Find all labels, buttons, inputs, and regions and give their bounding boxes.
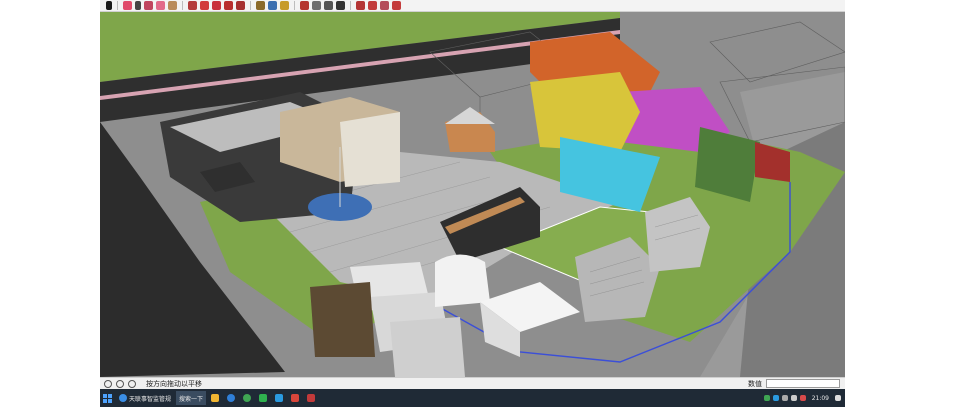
zoom-extents-icon[interactable] [356,1,365,10]
network-icon[interactable] [781,395,788,401]
chrome-icon [243,394,252,402]
edge-icon [227,394,236,402]
taskbar-app-qq[interactable] [272,391,286,405]
main-toolbar [100,0,845,12]
volume-icon[interactable] [790,395,797,401]
blank-margin [845,0,980,407]
tray-qq-icon[interactable] [772,395,779,401]
tape-measure-icon[interactable] [268,1,277,10]
taskbar-app-sketchup[interactable] [288,391,302,405]
arc-icon[interactable] [156,1,165,10]
toolbar-divider [117,1,118,10]
browser-icon [119,394,127,402]
geo-location-icon[interactable] [104,379,112,388]
rotate-icon[interactable] [224,1,233,10]
3d-viewport[interactable] [100,12,845,377]
toolbar-divider [294,1,295,10]
text-icon[interactable] [280,1,289,10]
toolbar-divider [182,1,183,10]
line-icon[interactable] [144,1,153,10]
start-button[interactable] [100,389,114,407]
taskbar-app-layout[interactable] [304,391,318,405]
taskbar-app-explorer[interactable] [208,391,222,405]
input-method-icon[interactable] [799,395,806,401]
windows-taskbar: 天联事智监管规 搜索一下 21:09 [100,389,845,407]
taskbar-app-chrome[interactable] [240,391,254,405]
shape-icon[interactable] [168,1,177,10]
toolbar-divider [350,1,351,10]
taskbar-app-search[interactable]: 搜索一下 [176,391,207,405]
component-icon[interactable] [380,1,389,10]
wechat-icon [259,394,268,402]
zoom-icon[interactable] [336,1,345,10]
toolbar-divider [250,1,251,10]
search-label: 天联事智监管规 [129,395,172,403]
measurements-box[interactable] [766,379,840,388]
taskbar-app-edge[interactable] [224,391,238,405]
layout-icon [307,394,316,402]
main-facade [340,112,400,187]
paint-icon[interactable] [300,1,309,10]
pan-icon[interactable] [324,1,333,10]
taskbar-app-label: 搜索一下 [179,395,204,403]
site-model-render [100,12,845,377]
orbit-icon[interactable] [312,1,321,10]
offset-icon[interactable] [236,1,245,10]
folder-icon [211,394,220,402]
taskbar-app-wechat[interactable] [256,391,270,405]
pencil-icon[interactable] [135,1,141,10]
warehouse-icon[interactable] [392,1,401,10]
eraser-icon[interactable] [123,1,132,10]
help-icon[interactable] [128,379,136,388]
tray-app-icon[interactable] [763,395,770,401]
push-pull-icon[interactable] [200,1,209,10]
section-icon[interactable] [368,1,377,10]
measurements-label: 数值 [748,380,762,388]
credits-icon[interactable] [116,379,124,388]
windows-logo-icon [102,393,112,403]
move-icon[interactable] [212,1,221,10]
status-bar: 按方向拖动以平移 数值 [100,377,845,389]
system-tray: 21:09 [763,389,845,407]
clock[interactable]: 21:09 [812,395,829,402]
wood-cabin [310,282,375,357]
scale-icon[interactable] [256,1,265,10]
sketchup-window: 按方向拖动以平移 数值 天联事智监管规 搜索一下 21:09 [100,0,845,407]
container-home-3 [390,317,465,377]
qq-icon [275,394,284,402]
select-tool-icon[interactable] [106,1,112,10]
rectangle-icon[interactable] [188,1,197,10]
sketchup-icon [291,394,300,402]
caravan [435,254,490,307]
yellow-frame [530,72,640,152]
status-hint: 按方向拖动以平移 [146,379,202,388]
search-box[interactable]: 天联事智监管规 [116,391,174,405]
notification-icon[interactable] [835,395,841,401]
